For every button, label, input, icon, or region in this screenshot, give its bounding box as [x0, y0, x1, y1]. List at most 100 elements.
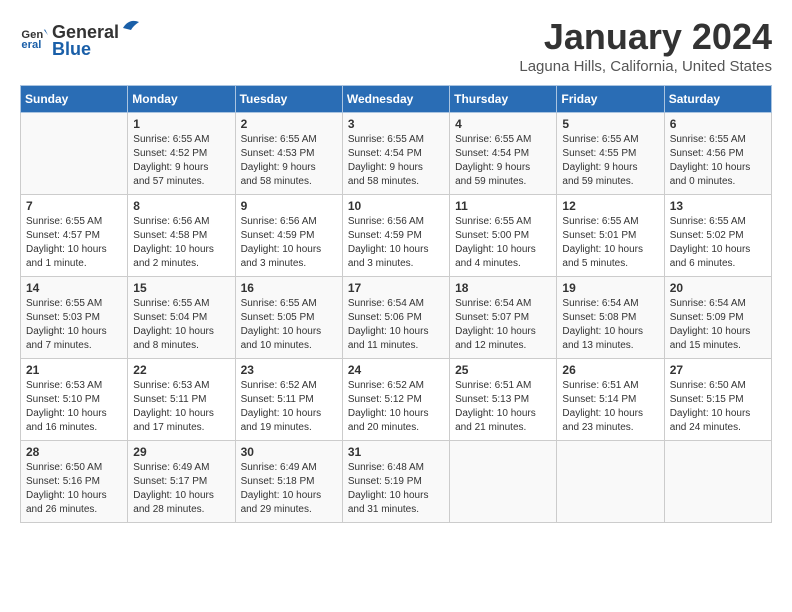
calendar-cell: 26 Sunrise: 6:51 AMSunset: 5:14 PMDayligh… [557, 359, 664, 441]
calendar-cell: 9 Sunrise: 6:56 AMSunset: 4:59 PMDaylight… [235, 195, 342, 277]
day-info: Sunrise: 6:55 AMSunset: 4:56 PMDaylight:… [670, 133, 766, 189]
calendar-cell: 19Sunrise: 6:54 AMSunset: 5:08 PMDayligh… [557, 277, 664, 359]
day-info: Sunrise: 6:53 AMSunset: 5:11 PMDaylight:… [133, 379, 229, 435]
header-saturday: Saturday [664, 86, 771, 113]
header-wednesday: Wednesday [342, 86, 449, 113]
day-info: Sunrise: 6:55 AMSunset: 4:54 PMDaylight:… [455, 133, 551, 189]
day-number: 27 [670, 363, 766, 377]
day-number: 22 [133, 363, 229, 377]
day-info: Sunrise: 6:52 AMSunset: 5:12 PMDaylight:… [348, 379, 444, 435]
day-info: Sunrise: 6:55 AMSunset: 5:02 PMDaylight:… [670, 215, 766, 271]
page-header: Gen eral General Blue January 2024 Lagun… [20, 16, 772, 75]
day-info: Sunrise: 6:51 AMSunset: 5:13 PMDaylight:… [455, 379, 551, 435]
day-number: 1 [133, 117, 229, 131]
calendar-cell: 27 Sunrise: 6:50 AMSunset: 5:15 PMDayligh… [664, 359, 771, 441]
day-info: Sunrise: 6:56 AMSunset: 4:59 PMDaylight:… [241, 215, 337, 271]
day-number: 16 [241, 281, 337, 295]
header-sunday: Sunday [21, 86, 128, 113]
day-info: Sunrise: 6:55 AMSunset: 5:03 PMDaylight:… [26, 297, 122, 353]
day-number: 25 [455, 363, 551, 377]
calendar-cell: 29Sunrise: 6:49 AMSunset: 5:17 PMDayligh… [128, 441, 235, 523]
day-number: 26 [562, 363, 658, 377]
day-info: Sunrise: 6:52 AMSunset: 5:11 PMDaylight:… [241, 379, 337, 435]
day-info: Sunrise: 6:55 AMSunset: 4:52 PMDaylight:… [133, 133, 229, 189]
calendar-cell: 28Sunrise: 6:50 AMSunset: 5:16 PMDayligh… [21, 441, 128, 523]
calendar-cell: 24 Sunrise: 6:52 AMSunset: 5:12 PMDayligh… [342, 359, 449, 441]
day-info: Sunrise: 6:55 AMSunset: 4:57 PMDaylight:… [26, 215, 122, 271]
day-number: 17 [348, 281, 444, 295]
calendar-subtitle: Laguna Hills, California, United States [519, 58, 772, 75]
day-number: 6 [670, 117, 766, 131]
calendar-cell: 8 Sunrise: 6:56 AMSunset: 4:58 PMDaylight… [128, 195, 235, 277]
calendar-title: January 2024 [519, 16, 772, 58]
week-row-3: 14Sunrise: 6:55 AMSunset: 5:03 PMDayligh… [21, 277, 772, 359]
calendar-cell: 10 Sunrise: 6:56 AMSunset: 4:59 PMDayligh… [342, 195, 449, 277]
day-info: Sunrise: 6:56 AMSunset: 4:58 PMDaylight:… [133, 215, 229, 271]
title-block: January 2024 Laguna Hills, California, U… [519, 16, 772, 75]
day-number: 5 [562, 117, 658, 131]
day-number: 10 [348, 199, 444, 213]
day-info: Sunrise: 6:55 AMSunset: 5:01 PMDaylight:… [562, 215, 658, 271]
calendar-cell: 14Sunrise: 6:55 AMSunset: 5:03 PMDayligh… [21, 277, 128, 359]
day-info: Sunrise: 6:55 AMSunset: 4:55 PMDaylight:… [562, 133, 658, 189]
day-number: 15 [133, 281, 229, 295]
calendar-cell: 23 Sunrise: 6:52 AMSunset: 5:11 PMDayligh… [235, 359, 342, 441]
day-number: 20 [670, 281, 766, 295]
day-number: 23 [241, 363, 337, 377]
header-tuesday: Tuesday [235, 86, 342, 113]
day-info: Sunrise: 6:56 AMSunset: 4:59 PMDaylight:… [348, 215, 444, 271]
calendar-cell: 3 Sunrise: 6:55 AMSunset: 4:54 PMDaylight… [342, 113, 449, 195]
logo: Gen eral General Blue [20, 16, 141, 60]
header-row: SundayMondayTuesdayWednesdayThursdayFrid… [21, 86, 772, 113]
calendar-cell: 25 Sunrise: 6:51 AMSunset: 5:13 PMDayligh… [450, 359, 557, 441]
day-info: Sunrise: 6:49 AMSunset: 5:17 PMDaylight:… [133, 461, 229, 517]
week-row-2: 7 Sunrise: 6:55 AMSunset: 4:57 PMDaylight… [21, 195, 772, 277]
day-info: Sunrise: 6:51 AMSunset: 5:14 PMDaylight:… [562, 379, 658, 435]
calendar-cell: 12Sunrise: 6:55 AMSunset: 5:01 PMDayligh… [557, 195, 664, 277]
calendar-cell: 7 Sunrise: 6:55 AMSunset: 4:57 PMDaylight… [21, 195, 128, 277]
calendar-cell: 21 Sunrise: 6:53 AMSunset: 5:10 PMDayligh… [21, 359, 128, 441]
day-number: 21 [26, 363, 122, 377]
day-info: Sunrise: 6:55 AMSunset: 4:53 PMDaylight:… [241, 133, 337, 189]
day-number: 24 [348, 363, 444, 377]
day-info: Sunrise: 6:55 AMSunset: 4:54 PMDaylight:… [348, 133, 444, 189]
day-info: Sunrise: 6:55 AMSunset: 5:00 PMDaylight:… [455, 215, 551, 271]
day-info: Sunrise: 6:54 AMSunset: 5:08 PMDaylight:… [562, 297, 658, 353]
calendar-cell: 22 Sunrise: 6:53 AMSunset: 5:11 PMDayligh… [128, 359, 235, 441]
day-info: Sunrise: 6:54 AMSunset: 5:09 PMDaylight:… [670, 297, 766, 353]
day-number: 7 [26, 199, 122, 213]
day-info: Sunrise: 6:49 AMSunset: 5:18 PMDaylight:… [241, 461, 337, 517]
calendar-body: 1 Sunrise: 6:55 AMSunset: 4:52 PMDaylight… [21, 113, 772, 523]
header-thursday: Thursday [450, 86, 557, 113]
week-row-1: 1 Sunrise: 6:55 AMSunset: 4:52 PMDaylight… [21, 113, 772, 195]
day-info: Sunrise: 6:55 AMSunset: 5:04 PMDaylight:… [133, 297, 229, 353]
day-info: Sunrise: 6:53 AMSunset: 5:10 PMDaylight:… [26, 379, 122, 435]
calendar-cell: 15 Sunrise: 6:55 AMSunset: 5:04 PMDayligh… [128, 277, 235, 359]
day-number: 30 [241, 445, 337, 459]
day-info: Sunrise: 6:50 AMSunset: 5:15 PMDaylight:… [670, 379, 766, 435]
calendar-cell: 20 Sunrise: 6:54 AMSunset: 5:09 PMDayligh… [664, 277, 771, 359]
logo-icon: Gen eral [20, 24, 48, 52]
calendar-header: SundayMondayTuesdayWednesdayThursdayFrid… [21, 86, 772, 113]
calendar-cell: 6 Sunrise: 6:55 AMSunset: 4:56 PMDaylight… [664, 113, 771, 195]
calendar-cell: 31Sunrise: 6:48 AMSunset: 5:19 PMDayligh… [342, 441, 449, 523]
calendar-cell: 30 Sunrise: 6:49 AMSunset: 5:18 PMDayligh… [235, 441, 342, 523]
day-info: Sunrise: 6:55 AMSunset: 5:05 PMDaylight:… [241, 297, 337, 353]
calendar-cell: 5 Sunrise: 6:55 AMSunset: 4:55 PMDaylight… [557, 113, 664, 195]
svg-text:eral: eral [21, 39, 41, 51]
day-number: 8 [133, 199, 229, 213]
header-friday: Friday [557, 86, 664, 113]
week-row-5: 28Sunrise: 6:50 AMSunset: 5:16 PMDayligh… [21, 441, 772, 523]
day-number: 9 [241, 199, 337, 213]
calendar-table: SundayMondayTuesdayWednesdayThursdayFrid… [20, 85, 772, 523]
day-number: 18 [455, 281, 551, 295]
day-number: 3 [348, 117, 444, 131]
day-number: 28 [26, 445, 122, 459]
day-info: Sunrise: 6:54 AMSunset: 5:06 PMDaylight:… [348, 297, 444, 353]
day-info: Sunrise: 6:54 AMSunset: 5:07 PMDaylight:… [455, 297, 551, 353]
calendar-cell: 16 Sunrise: 6:55 AMSunset: 5:05 PMDayligh… [235, 277, 342, 359]
calendar-cell: 17 Sunrise: 6:54 AMSunset: 5:06 PMDayligh… [342, 277, 449, 359]
week-row-4: 21 Sunrise: 6:53 AMSunset: 5:10 PMDayligh… [21, 359, 772, 441]
day-number: 11 [455, 199, 551, 213]
calendar-cell: 18 Sunrise: 6:54 AMSunset: 5:07 PMDayligh… [450, 277, 557, 359]
